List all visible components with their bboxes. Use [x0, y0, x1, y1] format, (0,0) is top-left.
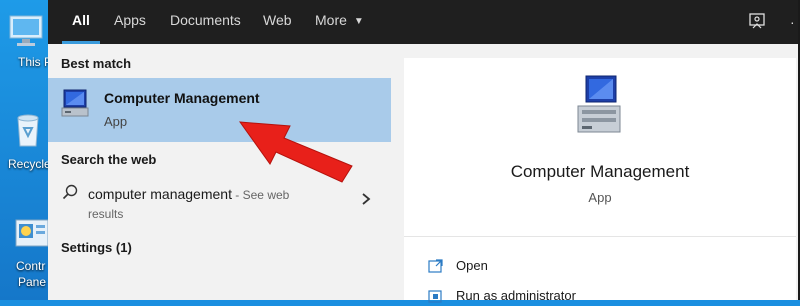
tab-more[interactable]: More ▼: [315, 0, 364, 44]
detail-title: Computer Management: [510, 162, 690, 181]
desktop-label: Pane: [18, 275, 47, 289]
web-search-result[interactable]: computer management - See web results: [48, 174, 391, 224]
monitor-icon: [9, 15, 43, 46]
computer-management-icon: [61, 89, 89, 117]
desktop-icon-recycle-bin[interactable]: Recycle: [6, 112, 48, 171]
tab-more-label: More: [315, 12, 347, 28]
desktop-icon-control-panel[interactable]: Contr Pane: [6, 218, 48, 289]
best-match-type: App: [104, 114, 128, 129]
start-search-panel: All Apps Documents Web More ▼ · Best matc…: [48, 0, 800, 303]
results-list: Best match Computer Management App Searc…: [48, 44, 402, 300]
caret-down-icon: ▼: [353, 16, 364, 27]
open-action[interactable]: Open: [428, 258, 728, 276]
section-settings[interactable]: Settings (1): [61, 240, 132, 255]
recycle-bin-icon: [17, 114, 39, 147]
best-match-result[interactable]: Computer Management App: [48, 78, 391, 142]
shield-icon: [428, 290, 442, 303]
divider: [404, 236, 796, 237]
desktop-label: Recycle: [8, 157, 48, 171]
desktop: This P Recycle Contr Pane: [0, 0, 48, 300]
desktop-icon-this-pc[interactable]: This P: [6, 14, 48, 69]
tab-all[interactable]: All: [62, 0, 100, 44]
section-best-match: Best match: [61, 56, 132, 71]
web-see-text: - See web: [231, 188, 290, 202]
open-label: Open: [456, 258, 488, 273]
control-panel-icon: [15, 219, 48, 247]
detail-pane: Computer Management App Open Run as admi…: [404, 58, 796, 303]
web-query-line: computer management - See web: [88, 184, 289, 205]
best-match-title: Computer Management: [104, 90, 260, 106]
tab-documents[interactable]: Documents: [170, 0, 241, 44]
web-query: computer management: [88, 186, 232, 202]
computer-management-large-icon: [577, 75, 621, 133]
search-icon: [62, 184, 78, 200]
more-dots-icon[interactable]: ·: [790, 14, 795, 30]
filter-tab-bar: All Apps Documents Web More ▼ ·: [48, 0, 798, 44]
feedback-icon[interactable]: [748, 12, 766, 30]
web-results-text: results: [88, 207, 124, 221]
desktop-label: Contr: [16, 259, 46, 273]
chevron-right-icon[interactable]: [361, 192, 371, 206]
run-as-admin-label: Run as administrator: [456, 288, 576, 303]
tab-apps[interactable]: Apps: [114, 0, 146, 44]
detail-type: App: [588, 190, 612, 205]
section-search-web: Search the web: [61, 152, 157, 167]
open-window-icon: [428, 259, 443, 273]
run-as-admin-action[interactable]: Run as administrator: [428, 288, 728, 306]
tab-web[interactable]: Web: [263, 0, 292, 44]
desktop-label: This P: [18, 55, 48, 69]
